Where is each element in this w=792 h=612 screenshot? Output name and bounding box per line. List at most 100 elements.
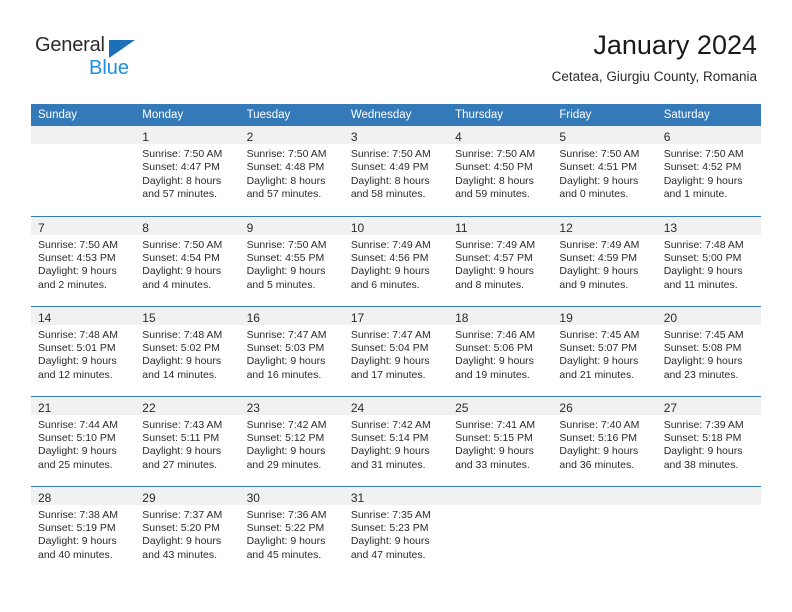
calendar-day[interactable]: 5 Sunrise: 7:50 AM Sunset: 4:51 PM Daylight… (552, 126, 657, 215)
calendar-day-cell[interactable]: 6 Sunrise: 7:50 AM Sunset: 4:52 PM Daylight… (656, 126, 761, 216)
calendar-day[interactable]: 16 Sunrise: 7:47 AM Sunset: 5:03 PM Dayligh… (239, 306, 344, 396)
calendar-day-cell[interactable]: 24 Sunrise: 7:42 AM Sunset: 5:14 PM Dayligh… (343, 395, 449, 486)
general-blue-logo[interactable]: General Blue (35, 34, 155, 82)
calendar-day[interactable]: 23 Sunrise: 7:42 AM Sunset: 5:12 PM Dayligh… (239, 396, 344, 486)
sunrise-text: Sunrise: 7:38 AM (38, 508, 118, 521)
day-details: Sunrise: 7:46 AM Sunset: 5:06 PM Daylight:… (448, 325, 552, 383)
calendar-day-cell[interactable]: 18 Sunrise: 7:46 AM Sunset: 5:06 PM Dayligh… (448, 305, 553, 396)
daylight-text-line1: Daylight: 9 hours (559, 265, 639, 278)
day-number-band: 10 (343, 216, 449, 235)
calendar-day-cell[interactable]: 10 Sunrise: 7:49 AM Sunset: 4:56 PM Dayligh… (343, 215, 449, 306)
calendar-day-cell[interactable]: 11 Sunrise: 7:49 AM Sunset: 4:57 PM Dayligh… (448, 215, 553, 306)
calendar-day[interactable]: 1 Sunrise: 7:50 AM Sunset: 4:47 PM Daylight… (135, 126, 240, 215)
calendar-day-cell[interactable] (31, 126, 136, 216)
day-number: 8 (142, 220, 149, 235)
sunrise-text: Sunrise: 7:49 AM (455, 238, 536, 251)
day-number-band: 3 (343, 126, 449, 144)
sunrise-text: Sunrise: 7:35 AM (350, 508, 431, 521)
weekday-header-thursday: Thursday (448, 104, 553, 126)
calendar-day-cell[interactable]: 14 Sunrise: 7:48 AM Sunset: 5:01 PM Dayligh… (31, 305, 136, 396)
calendar-day[interactable]: 15 Sunrise: 7:48 AM Sunset: 5:02 PM Dayligh… (135, 306, 240, 396)
calendar-day-cell[interactable]: 3 Sunrise: 7:50 AM Sunset: 4:49 PM Daylight… (343, 126, 449, 216)
calendar-day[interactable]: 12 Sunrise: 7:49 AM Sunset: 4:59 PM Dayligh… (552, 216, 657, 306)
calendar-day[interactable]: 19 Sunrise: 7:45 AM Sunset: 5:07 PM Dayligh… (552, 306, 657, 396)
calendar-day[interactable]: 24 Sunrise: 7:42 AM Sunset: 5:14 PM Dayligh… (343, 396, 449, 486)
calendar-day[interactable]: 4 Sunrise: 7:50 AM Sunset: 4:50 PM Daylight… (448, 126, 553, 215)
calendar-page: General Blue January 2024 Cetatea, Giurg… (0, 0, 792, 612)
calendar-day-cell[interactable]: 5 Sunrise: 7:50 AM Sunset: 4:51 PM Daylight… (552, 126, 657, 216)
calendar-day-cell[interactable]: 15 Sunrise: 7:48 AM Sunset: 5:02 PM Dayligh… (135, 305, 240, 396)
calendar-day[interactable]: 26 Sunrise: 7:40 AM Sunset: 5:16 PM Dayligh… (552, 396, 657, 486)
calendar-day-cell[interactable]: 30 Sunrise: 7:36 AM Sunset: 5:22 PM Dayligh… (239, 485, 344, 576)
sunrise-text: Sunrise: 7:46 AM (455, 328, 536, 341)
calendar-day-cell[interactable]: 22 Sunrise: 7:43 AM Sunset: 5:11 PM Dayligh… (135, 395, 240, 486)
calendar-day-cell[interactable]: 7 Sunrise: 7:50 AM Sunset: 4:53 PM Daylight… (31, 215, 136, 306)
calendar-day-cell[interactable]: 28 Sunrise: 7:38 AM Sunset: 5:19 PM Dayligh… (31, 485, 136, 576)
daylight-text-line1: Daylight: 9 hours (663, 445, 743, 458)
calendar-day-cell[interactable]: 20 Sunrise: 7:45 AM Sunset: 5:08 PM Dayligh… (656, 305, 761, 396)
calendar-day[interactable]: 31 Sunrise: 7:35 AM Sunset: 5:23 PM Dayligh… (343, 486, 449, 576)
calendar-day[interactable]: 25 Sunrise: 7:41 AM Sunset: 5:15 PM Dayligh… (448, 396, 553, 486)
calendar-day-cell[interactable]: 9 Sunrise: 7:50 AM Sunset: 4:55 PM Daylight… (239, 215, 344, 306)
calendar-day[interactable]: 2 Sunrise: 7:50 AM Sunset: 4:48 PM Daylight… (239, 126, 344, 215)
calendar-day-cell[interactable]: 16 Sunrise: 7:47 AM Sunset: 5:03 PM Dayligh… (239, 305, 344, 396)
daylight-text-line1: Daylight: 9 hours (38, 535, 117, 548)
calendar-day[interactable]: 27 Sunrise: 7:39 AM Sunset: 5:18 PM Dayligh… (656, 396, 761, 486)
calendar-day-cell[interactable]: 27 Sunrise: 7:39 AM Sunset: 5:18 PM Dayligh… (656, 395, 761, 486)
calendar-day[interactable]: 10 Sunrise: 7:49 AM Sunset: 4:56 PM Dayligh… (343, 216, 449, 306)
calendar-day[interactable]: 29 Sunrise: 7:37 AM Sunset: 5:20 PM Dayligh… (135, 486, 240, 576)
calendar-day[interactable]: 6 Sunrise: 7:50 AM Sunset: 4:52 PM Daylight… (656, 126, 761, 215)
calendar-day-cell[interactable]: 26 Sunrise: 7:40 AM Sunset: 5:16 PM Dayligh… (552, 395, 657, 486)
calendar-day[interactable]: 21 Sunrise: 7:44 AM Sunset: 5:10 PM Dayligh… (31, 396, 136, 486)
calendar-day-cell[interactable]: 2 Sunrise: 7:50 AM Sunset: 4:48 PM Daylight… (239, 126, 344, 216)
calendar-day-cell[interactable] (552, 485, 657, 576)
calendar-day[interactable]: 20 Sunrise: 7:45 AM Sunset: 5:08 PM Dayligh… (656, 306, 761, 396)
page-header: General Blue January 2024 Cetatea, Giurg… (0, 0, 792, 100)
calendar-day[interactable]: 18 Sunrise: 7:46 AM Sunset: 5:06 PM Dayligh… (448, 306, 553, 396)
calendar-day-cell[interactable] (448, 485, 553, 576)
sunset-text: Sunset: 5:06 PM (455, 341, 533, 354)
calendar-day-cell[interactable]: 8 Sunrise: 7:50 AM Sunset: 4:54 PM Daylight… (135, 215, 240, 306)
sunrise-text: Sunrise: 7:50 AM (350, 148, 431, 160)
calendar-day-cell[interactable]: 4 Sunrise: 7:50 AM Sunset: 4:50 PM Daylight… (448, 126, 553, 216)
calendar-day-cell[interactable]: 31 Sunrise: 7:35 AM Sunset: 5:23 PM Dayligh… (343, 485, 449, 576)
calendar-day-cell[interactable]: 1 Sunrise: 7:50 AM Sunset: 4:47 PM Daylight… (135, 126, 240, 216)
day-number: 14 (38, 310, 52, 325)
sunset-text: Sunset: 5:16 PM (559, 431, 638, 444)
calendar-day[interactable]: 14 Sunrise: 7:48 AM Sunset: 5:01 PM Dayligh… (31, 306, 136, 396)
calendar-day[interactable]: 8 Sunrise: 7:50 AM Sunset: 4:54 PM Daylight… (135, 216, 240, 306)
calendar-day[interactable]: 17 Sunrise: 7:47 AM Sunset: 5:04 PM Dayligh… (343, 306, 449, 396)
calendar-day-cell[interactable]: 13 Sunrise: 7:48 AM Sunset: 5:00 PM Dayligh… (656, 215, 761, 306)
day-number: 19 (559, 310, 573, 325)
sunset-text: Sunset: 5:14 PM (350, 431, 429, 444)
calendar-day[interactable]: 7 Sunrise: 7:50 AM Sunset: 4:53 PM Daylight… (31, 216, 136, 306)
calendar-day-cell[interactable]: 25 Sunrise: 7:41 AM Sunset: 5:15 PM Dayligh… (448, 395, 553, 486)
calendar-day-cell[interactable] (656, 485, 761, 576)
sunset-text: Sunset: 4:47 PM (142, 161, 220, 174)
calendar-day[interactable]: 9 Sunrise: 7:50 AM Sunset: 4:55 PM Daylight… (239, 216, 344, 306)
calendar-day[interactable]: 13 Sunrise: 7:48 AM Sunset: 5:00 PM Dayligh… (656, 216, 761, 306)
daylight-text-line1: Daylight: 9 hours (350, 265, 430, 278)
calendar-day-cell[interactable]: 29 Sunrise: 7:37 AM Sunset: 5:20 PM Dayligh… (135, 485, 240, 576)
daylight-text-line2: and 17 minutes. (350, 368, 426, 381)
daylight-text-line2: and 19 minutes. (455, 368, 530, 381)
calendar-day-cell[interactable]: 17 Sunrise: 7:47 AM Sunset: 5:04 PM Dayligh… (343, 305, 449, 396)
page-subtitle: Cetatea, Giurgiu County, Romania (551, 69, 757, 84)
day-details: Sunrise: 7:50 AM Sunset: 4:50 PM Daylight:… (448, 144, 552, 202)
calendar-day-cell[interactable]: 21 Sunrise: 7:44 AM Sunset: 5:10 PM Dayligh… (31, 395, 136, 486)
day-details: Sunrise: 7:50 AM Sunset: 4:55 PM Daylight:… (240, 235, 344, 293)
daylight-text-line1: Daylight: 9 hours (559, 355, 639, 368)
daylight-text-line1: Daylight: 9 hours (246, 355, 326, 368)
calendar-day[interactable]: 30 Sunrise: 7:36 AM Sunset: 5:22 PM Dayligh… (239, 486, 344, 576)
calendar-day-cell[interactable]: 19 Sunrise: 7:45 AM Sunset: 5:07 PM Dayligh… (552, 305, 657, 396)
calendar-day-cell[interactable]: 12 Sunrise: 7:49 AM Sunset: 4:59 PM Dayligh… (552, 215, 657, 306)
calendar-day[interactable]: 22 Sunrise: 7:43 AM Sunset: 5:11 PM Dayligh… (135, 396, 240, 486)
calendar-day[interactable]: 3 Sunrise: 7:50 AM Sunset: 4:49 PM Daylight… (343, 126, 449, 215)
calendar-day[interactable]: 28 Sunrise: 7:38 AM Sunset: 5:19 PM Dayligh… (31, 486, 136, 576)
calendar-day-empty (656, 486, 761, 576)
day-number: 4 (455, 130, 462, 144)
calendar-day-cell[interactable]: 23 Sunrise: 7:42 AM Sunset: 5:12 PM Dayligh… (239, 395, 344, 486)
calendar-day[interactable]: 11 Sunrise: 7:49 AM Sunset: 4:57 PM Dayligh… (448, 216, 553, 306)
day-number-band: 19 (552, 306, 657, 325)
day-number-band: 1 (135, 126, 240, 144)
